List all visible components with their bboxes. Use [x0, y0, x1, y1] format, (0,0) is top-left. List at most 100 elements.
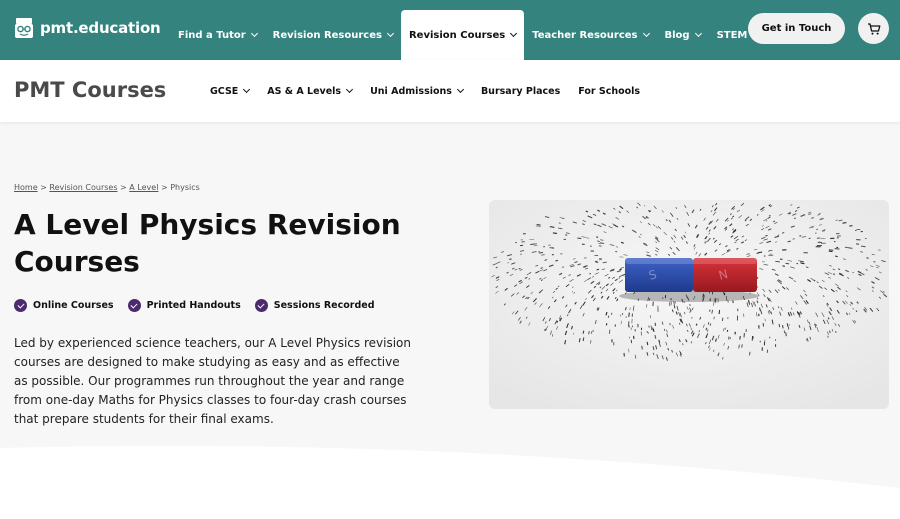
iron-filing	[781, 324, 784, 329]
iron-filing	[552, 232, 558, 234]
iron-filing	[787, 326, 790, 330]
iron-filing	[787, 240, 791, 243]
nav-blog[interactable]: Blog	[657, 10, 709, 60]
chevron-down-icon	[456, 85, 464, 94]
iron-filing	[833, 273, 835, 276]
iron-filing	[785, 332, 787, 337]
get-in-touch-button[interactable]: Get in Touch	[748, 13, 845, 44]
courses-nav: GCSE AS & A Levels Uni Admissions Bursar…	[210, 60, 658, 122]
iron-filing	[782, 265, 786, 267]
main-nav: Find a Tutor Revision Resources Revision…	[170, 10, 766, 60]
iron-filing	[827, 335, 829, 338]
iron-filing	[641, 345, 643, 350]
iron-filing	[602, 261, 607, 264]
iron-filing	[834, 330, 837, 333]
breadcrumb-a-level[interactable]: A Level	[129, 183, 158, 192]
iron-filing	[582, 330, 585, 334]
iron-filing	[842, 222, 847, 224]
iron-filing	[773, 220, 776, 223]
courses-subnav-bar: PMT Courses GCSE AS & A Levels Uni Admis…	[0, 60, 900, 122]
iron-filing	[640, 331, 642, 336]
iron-filing	[669, 302, 671, 307]
nav-teacher-resources[interactable]: Teacher Resources	[524, 10, 656, 60]
section-title[interactable]: PMT Courses	[14, 78, 166, 102]
nav-label: Teacher Resources	[532, 29, 638, 41]
feature-sessions-recorded: Sessions Recorded	[254, 299, 375, 312]
site-logo[interactable]: pmt.education	[14, 17, 161, 39]
breadcrumb-revision-courses[interactable]: Revision Courses	[49, 183, 117, 192]
iron-filing	[785, 262, 790, 265]
iron-filing	[768, 214, 771, 217]
nav-label: Revision Resources	[272, 29, 382, 41]
iron-filing	[721, 317, 724, 322]
nav-label: Blog	[664, 29, 690, 41]
subnav-bursary-places[interactable]: Bursary Places	[481, 86, 560, 97]
iron-filing	[689, 304, 691, 306]
iron-filing	[798, 324, 801, 329]
iron-filing	[518, 267, 521, 270]
iron-filing	[718, 309, 721, 315]
chevron-down-icon	[250, 29, 258, 38]
check-circle-icon	[14, 299, 27, 312]
iron-filing	[582, 337, 585, 342]
iron-filing	[646, 341, 649, 346]
subnav-label: For Schools	[578, 85, 641, 97]
logo-icon	[15, 18, 33, 38]
iron-filing	[775, 260, 781, 263]
feature-label: Online Courses	[33, 300, 114, 311]
breadcrumb-home[interactable]: Home	[14, 183, 38, 192]
subnav-uni-admissions[interactable]: Uni Admissions	[370, 85, 464, 97]
nav-label: STEM	[716, 29, 748, 41]
iron-filing	[695, 323, 698, 326]
section-divider-wave	[0, 445, 900, 519]
iron-filing	[828, 250, 833, 253]
nav-find-a-tutor[interactable]: Find a Tutor	[170, 10, 265, 60]
feature-online-courses: Online Courses	[14, 299, 114, 312]
iron-filing	[539, 251, 544, 254]
page-title: A Level Physics Revision Courses	[14, 208, 401, 278]
iron-filing	[828, 249, 834, 251]
iron-filing	[654, 322, 657, 326]
iron-filing	[860, 245, 866, 248]
iron-filing	[599, 242, 605, 245]
iron-filing	[652, 328, 655, 333]
chevron-down-icon	[510, 29, 518, 38]
nav-label: Find a Tutor	[178, 29, 246, 41]
breadcrumb-separator: >	[40, 183, 47, 192]
cart-button[interactable]	[858, 13, 889, 44]
feature-label: Sessions Recorded	[273, 300, 375, 311]
iron-filing	[594, 260, 598, 263]
iron-filing	[741, 344, 743, 348]
iron-filing	[607, 315, 610, 318]
iron-filing	[509, 258, 512, 261]
iron-filing	[873, 261, 876, 263]
iron-filing	[765, 235, 768, 237]
iron-filing	[562, 266, 565, 268]
iron-filing	[847, 247, 853, 249]
subnav-for-schools[interactable]: For Schools	[578, 86, 640, 97]
check-circle-icon	[254, 299, 268, 312]
magnet-illustration: S N	[489, 200, 889, 409]
iron-filing	[541, 254, 545, 256]
chevron-down-icon	[243, 85, 251, 94]
hero-description: Led by experienced science teachers, our…	[14, 336, 411, 426]
iron-filing	[757, 251, 763, 254]
subnav-gcse[interactable]: GCSE	[210, 85, 251, 97]
subnav-label: Uni Admissions	[370, 85, 452, 97]
subnav-as-a-levels[interactable]: AS & A Levels	[267, 86, 354, 97]
iron-filing	[866, 257, 869, 259]
image-background	[489, 200, 889, 409]
feature-list: Online Courses Printed Handouts Sessions…	[14, 299, 375, 312]
iron-filing	[834, 248, 840, 250]
iron-filing	[596, 268, 600, 271]
nav-revision-resources[interactable]: Revision Resources	[265, 10, 401, 60]
nav-revision-courses[interactable]: Revision Courses	[400, 10, 525, 60]
iron-filing	[611, 312, 613, 315]
logo-text: pmt.education	[40, 19, 161, 37]
subnav-label: Bursary Places	[480, 85, 561, 97]
chevron-down-icon	[694, 29, 702, 38]
iron-filing	[596, 236, 599, 238]
iron-filing	[506, 271, 509, 274]
cart-icon	[867, 22, 880, 35]
breadcrumb-separator: >	[160, 183, 168, 192]
